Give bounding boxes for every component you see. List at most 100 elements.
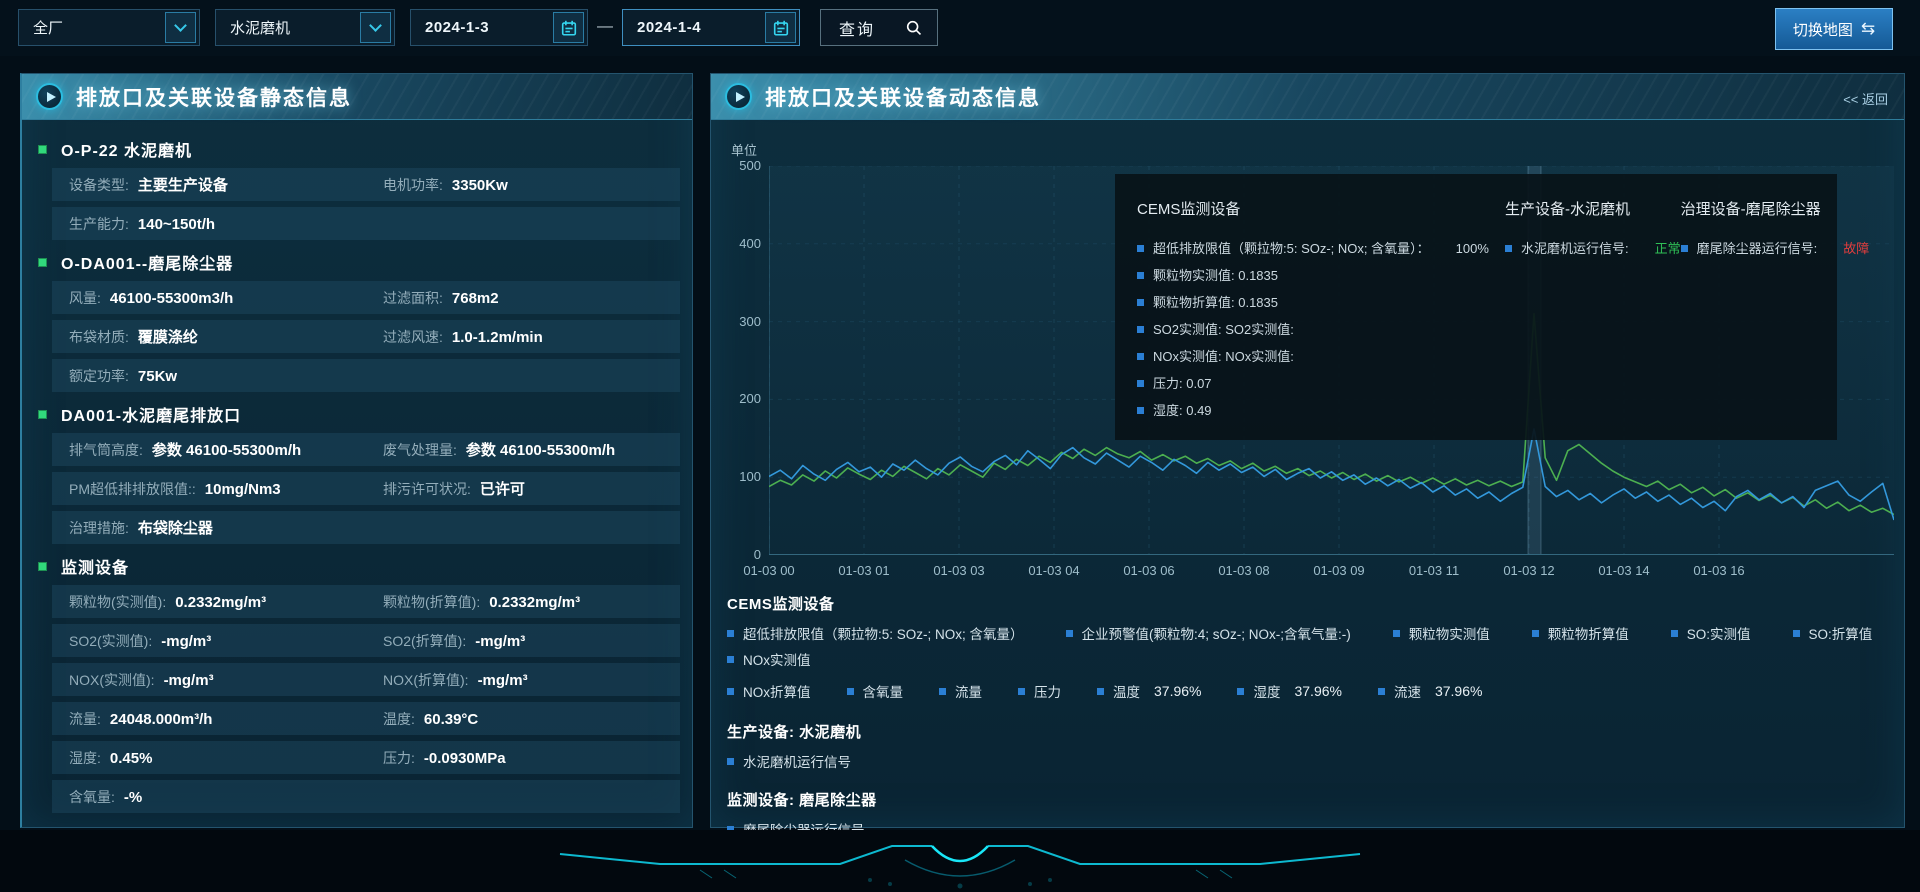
tooltip-item: SO2实测值: SO2实测值: — [1137, 316, 1505, 343]
blue-square-marker-icon — [1671, 630, 1678, 637]
field-label: 排气筒高度: — [69, 440, 143, 460]
info-row: PM超低排排放限值::10mg/Nm3排污许可状况:已许可 — [52, 472, 680, 505]
field-label: 设备类型: — [69, 175, 129, 195]
legend-item-label: 温度 — [1113, 681, 1140, 701]
section-heading-label: O-DA001--磨尾除尘器 — [61, 250, 233, 274]
field-value: -% — [124, 789, 142, 806]
tooltip-column: 治理设备-磨尾除尘器磨尾除尘器运行信号:故障 — [1681, 190, 1870, 424]
tooltip-item-text: 颗粒物折算值: 0.1835 — [1153, 289, 1278, 316]
x-axis-tick-label: 01-03 03 — [923, 563, 995, 578]
start-date-value: 2024-1-3 — [411, 19, 553, 36]
field-label: SO2(折算值): — [383, 631, 466, 651]
static-info-panel: 排放口及关联设备静态信息 O-P-22 水泥磨机设备类型:主要生产设备电机功率:… — [20, 73, 693, 828]
tooltip-item: 磨尾除尘器运行信号:故障 — [1681, 235, 1870, 262]
legend-item[interactable]: NOx折算值 — [727, 681, 811, 701]
legend-item-label: 压力 — [1034, 681, 1061, 701]
info-row: NOX(实测值):-mg/m³NOX(折算值):-mg/m³ — [52, 663, 680, 696]
y-axis-tick-label: 0 — [723, 547, 761, 562]
plant-select[interactable]: 全厂 — [18, 9, 200, 46]
field-label: 废气处理量: — [383, 440, 457, 460]
device-select[interactable]: 水泥磨机 — [215, 9, 395, 46]
tooltip-item: NOx实测值: NOx实测值: — [1137, 343, 1505, 370]
tooltip-item: 湿度: 0.49 — [1137, 397, 1505, 424]
legend-item-label: 颗粒物折算值 — [1548, 623, 1629, 643]
tooltip-column: CEMS监测设备超低排放限值（颗拉物:5: SOz-; NOx; 含氧量）： 10… — [1137, 190, 1505, 424]
field-label: NOX(折算值): — [383, 670, 469, 690]
x-axis-tick-label: 01-03 04 — [1018, 563, 1090, 578]
legend-item[interactable]: 温度37.96% — [1097, 681, 1201, 701]
series-line-颗粒物折算值 — [769, 429, 1894, 520]
section-heading: DA001-水泥磨尾排放口 — [38, 398, 680, 430]
field-value: 1.0-1.2m/min — [452, 329, 543, 346]
legend-item[interactable]: 颗粒物折算值 — [1532, 623, 1629, 643]
x-axis-tick-label: 01-03 16 — [1683, 563, 1755, 578]
blue-square-marker-icon — [1137, 353, 1144, 360]
switch-map-button[interactable]: 切换地图 ⇆ — [1775, 8, 1893, 50]
dynamic-panel-titlebar: 排放口及关联设备动态信息 << 返回 — [711, 74, 1904, 120]
device-select-value: 水泥磨机 — [216, 17, 360, 38]
start-date-input[interactable]: 2024-1-3 — [410, 9, 588, 46]
tooltip-column-title: CEMS监测设备 — [1137, 198, 1505, 219]
legend-item[interactable]: NOx实测值 — [727, 649, 811, 669]
play-circle-icon — [725, 83, 752, 110]
tooltip-item: 水泥磨机运行信号:正常 — [1505, 235, 1681, 262]
info-row: 排气筒高度: 参数 46100-55300m/h 废气处理量: 参数 46100-55… — [52, 433, 680, 466]
legend-item[interactable]: 湿度37.96% — [1237, 681, 1341, 701]
field-value: -0.0930MPa — [424, 750, 506, 767]
device-select-dropdown-button[interactable] — [360, 12, 391, 43]
legend-item[interactable]: 流量 — [939, 681, 982, 701]
legend-item[interactable]: 含氧量 — [847, 681, 904, 701]
back-link[interactable]: << 返回 — [1843, 89, 1888, 108]
field-value: 参数 46100-55300m/h — [152, 439, 301, 460]
field-label: 过滤风速: — [383, 327, 443, 347]
x-axis-tick-label: 01-03 11 — [1398, 563, 1470, 578]
legend-item-label: 颗粒物实测值 — [1409, 623, 1490, 643]
legend-item[interactable]: 压力 — [1018, 681, 1061, 701]
field-value: 768m2 — [452, 290, 499, 307]
legend-item[interactable]: SO:实测值 — [1671, 623, 1751, 643]
field-value: 75Kw — [138, 368, 177, 385]
blue-square-marker-icon — [1018, 688, 1025, 695]
legend-item[interactable]: 企业预警值(颗粒物:4; sOz-; NOx-;含氧气量:-) — [1066, 623, 1351, 643]
date-range-separator: — — [597, 18, 613, 36]
legend-item[interactable]: 颗粒物实测值 — [1393, 623, 1490, 643]
tooltip-column-title: 治理设备-磨尾除尘器 — [1681, 198, 1870, 219]
tooltip-item: 颗粒物实测值: 0.1835 — [1137, 262, 1505, 289]
section-heading-label: DA001-水泥磨尾排放口 — [61, 402, 241, 426]
legend-item[interactable]: SO:折算值 — [1793, 623, 1873, 643]
info-cell: NOX(折算值):-mg/m³ — [366, 670, 680, 690]
blue-square-marker-icon — [1066, 630, 1073, 637]
info-cell: SO2(折算值):-mg/m³ — [366, 631, 680, 651]
field-value: 参数 46100-55300m/h — [466, 439, 615, 460]
blue-square-marker-icon — [1793, 630, 1800, 637]
x-axis-tick-label: 01-03 08 — [1208, 563, 1280, 578]
info-cell: 颗粒物(实测值):0.2332mg/m³ — [52, 592, 366, 612]
field-value: 覆膜涤纶 — [138, 326, 198, 347]
plant-select-dropdown-button[interactable] — [165, 12, 196, 43]
start-date-calendar-button[interactable] — [553, 12, 584, 43]
tooltip-item-text: 磨尾除尘器运行信号: — [1697, 235, 1818, 262]
tooltip-item-value: 100% — [1456, 235, 1489, 262]
legend-monitor-heading: 监测设备: 磨尾除尘器 — [727, 789, 1890, 810]
legend-item-value: 37.96% — [1294, 683, 1341, 699]
legend-item[interactable]: 超低排放限值（颗拉物:5: SOz-; NOx; 含氧量） — [727, 623, 1024, 643]
legend-item-value: 37.96% — [1435, 683, 1482, 699]
info-row: 颗粒物(实测值):0.2332mg/m³颗粒物(折算值):0.2332mg/m³ — [52, 585, 680, 618]
legend-item[interactable]: 流速 37.96% — [1378, 681, 1482, 701]
legend-item-label: 流量 — [955, 681, 982, 701]
end-date-input[interactable]: 2024-1-4 — [622, 9, 800, 46]
section-heading-label: 监测设备 — [61, 554, 129, 578]
blue-square-marker-icon — [1532, 630, 1539, 637]
info-cell: 湿度:0.45% — [52, 748, 366, 768]
field-label: SO2(实测值): — [69, 631, 152, 651]
tooltip-item-text: 超低排放限值（颗拉物:5: SOz-; NOx; 含氧量）： — [1153, 235, 1430, 262]
blue-square-marker-icon — [1681, 245, 1688, 252]
legend-production-item[interactable]: 水泥磨机运行信号 — [727, 751, 1890, 771]
info-cell: 流量:24048.000m³/h — [52, 709, 366, 729]
info-cell: 额定功率:75Kw — [52, 366, 680, 386]
legend-item-label: 流速 — [1394, 681, 1421, 701]
query-button[interactable]: 查询 — [820, 9, 938, 46]
field-label: 含氧量: — [69, 787, 115, 807]
end-date-calendar-button[interactable] — [765, 12, 796, 43]
dynamic-info-panel: 排放口及关联设备动态信息 << 返回 单位 010020030040050001… — [710, 73, 1905, 828]
